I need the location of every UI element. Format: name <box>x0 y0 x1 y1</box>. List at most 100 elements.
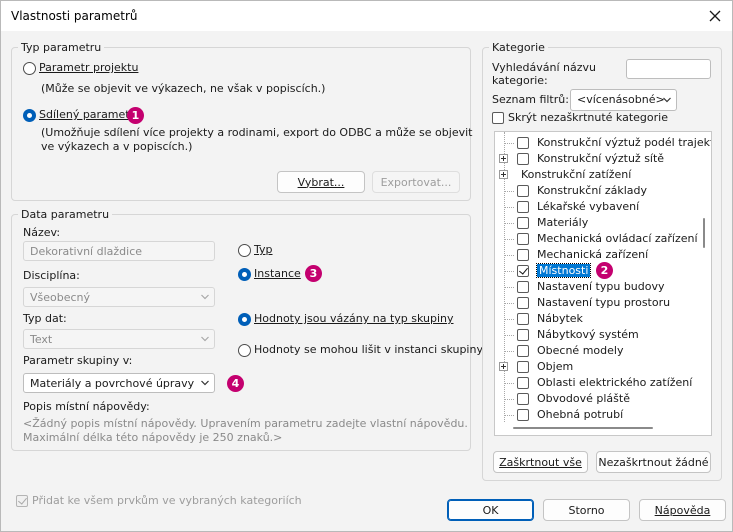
tree-item-checkbox[interactable] <box>517 329 529 341</box>
export-button[interactable]: Exportovat... <box>372 171 460 193</box>
filter-list-select[interactable]: <vícenásobné> <box>570 89 677 111</box>
add-to-all-checkbox[interactable] <box>16 495 28 507</box>
tree-item[interactable]: Konstrukční výztuž podél trajekt... <box>495 135 711 151</box>
close-icon <box>709 10 721 22</box>
values-vary-text: Hodnoty se mohou lišit v instanci skupin… <box>254 343 483 356</box>
tree-item[interactable]: Nastavení typu prostoru <box>495 295 705 311</box>
tree-item-label: Mechanická ovládací zařízení <box>537 232 698 245</box>
tree-item-checkbox[interactable] <box>517 153 529 165</box>
shared-parameter-radio[interactable] <box>23 109 36 122</box>
expand-plus-icon[interactable] <box>499 170 508 179</box>
horizontal-scrollbar[interactable] <box>513 427 653 429</box>
tree-item-checkbox[interactable] <box>517 361 529 373</box>
uncheck-all-label: Nezaškrtnout žádné <box>598 455 709 469</box>
tree-item[interactable]: Konstrukční výztuž sítě <box>495 151 705 167</box>
tree-item[interactable]: Nastavení typu budovy <box>495 279 705 295</box>
callout-badge-1: 1 <box>127 107 144 124</box>
tree-item[interactable]: Oblasti elektrického zatížení <box>495 375 705 391</box>
values-aligned-text: Hodnoty jsou vázány na typ skupiny <box>254 312 454 325</box>
category-search-input[interactable] <box>626 59 711 79</box>
discipline-select[interactable]: Všeobecný <box>23 287 215 307</box>
tree-item-label: Konstrukční základy <box>537 184 648 197</box>
tree-item-checkbox[interactable] <box>517 217 529 229</box>
tooltip-description-line1[interactable]: <Žádný popis místní nápovědy. Upravením … <box>23 417 468 430</box>
tree-item-label: Lékařské vybavení <box>537 200 640 213</box>
vertical-scrollbar[interactable] <box>703 218 705 248</box>
instance-radio[interactable] <box>238 268 251 281</box>
type-radio[interactable] <box>238 244 251 257</box>
instance-radio-text: Instance <box>254 267 301 280</box>
tree-item-checkbox[interactable] <box>517 233 529 245</box>
values-aligned-radio[interactable] <box>238 313 251 326</box>
tree-item-checkbox[interactable] <box>517 313 529 325</box>
expand-plus-icon[interactable] <box>499 154 508 163</box>
uncheck-all-button[interactable]: Nezaškrtnout žádné <box>596 451 711 473</box>
values-vary-radio[interactable] <box>238 344 251 357</box>
tree-item[interactable]: Konstrukční základy <box>495 183 705 199</box>
tree-item-checkbox[interactable] <box>517 265 529 277</box>
tree-item[interactable]: Obvodové pláště <box>495 391 705 407</box>
project-parameter-radio[interactable] <box>23 62 36 75</box>
select-button-label: Vybrat... <box>297 175 345 189</box>
tree-item-label: Materiály <box>537 216 589 229</box>
close-button[interactable] <box>702 3 728 29</box>
expand-plus-icon[interactable] <box>499 362 508 371</box>
type-radio-label: Typ <box>254 243 273 256</box>
tree-item[interactable]: Ohebná potrubí <box>495 407 705 423</box>
select-button[interactable]: Vybrat... <box>277 171 365 193</box>
project-parameter-text: Parametr projektu <box>39 61 139 74</box>
category-tree[interactable]: Konstrukční výztuž podél trajekt... Kons… <box>494 131 712 436</box>
tree-item[interactable]: Objem <box>495 359 705 375</box>
tree-item-selected[interactable]: Místnosti 2 <box>495 262 705 279</box>
tree-item-checkbox[interactable] <box>517 249 529 261</box>
tree-item[interactable]: Lékařské vybavení <box>495 199 705 215</box>
chevron-down-icon <box>663 97 671 103</box>
tree-item-label: Nastavení typu budovy <box>537 280 665 293</box>
tree-item-checkbox[interactable] <box>517 137 529 149</box>
tree-item[interactable]: Nábytkový systém <box>495 327 705 343</box>
parameter-type-legend: Typ parametru <box>21 41 102 54</box>
tree-item[interactable]: Mechanická ovládací zařízení <box>495 231 705 247</box>
tree-item-checkbox[interactable] <box>517 409 529 421</box>
discipline-label: Disciplína: <box>23 269 80 282</box>
filter-list-label: Seznam filtrů: <box>492 93 569 106</box>
tree-branch <box>504 207 514 208</box>
category-search-label-line1: Vyhledávání názvu <box>492 61 597 74</box>
callout-badge-3: 3 <box>305 265 322 282</box>
check-all-button[interactable]: Zaškrtnout vše <box>493 451 588 473</box>
tooltip-description-line2[interactable]: Maximální délka této nápovědy je 250 zna… <box>23 431 282 444</box>
tree-item[interactable]: Materiály <box>495 215 705 231</box>
cancel-button[interactable]: Storno <box>543 499 630 521</box>
category-legend: Kategorie <box>492 41 545 54</box>
group-parameter-select[interactable]: Materiály a povrchové úpravy <box>23 373 215 393</box>
tree-item-label: Konstrukční zatížení <box>521 168 632 181</box>
chevron-down-icon <box>201 380 209 386</box>
tree-item-label: Oblasti elektrického zatížení <box>537 376 693 389</box>
tree-item-checkbox[interactable] <box>517 201 529 213</box>
export-button-label: Exportovat... <box>380 175 452 189</box>
tree-item-label: Mechanická zařízení <box>537 248 649 261</box>
tree-item-checkbox[interactable] <box>517 377 529 389</box>
check-all-label: Zaškrtnout vše <box>499 455 582 469</box>
tree-item-checkbox[interactable] <box>517 185 529 197</box>
ok-button[interactable]: OK <box>447 499 534 521</box>
hide-unchecked-checkbox[interactable] <box>492 112 504 124</box>
tree-item-label: Nastavení typu prostoru <box>537 296 671 309</box>
tree-branch <box>504 383 514 384</box>
tree-item-checkbox[interactable] <box>517 281 529 293</box>
tree-item[interactable]: Obecné modely <box>495 343 705 359</box>
parameter-properties-dialog: Vlastnosti parametrů Typ parametru Param… <box>0 0 733 532</box>
tree-item-checkbox[interactable] <box>517 393 529 405</box>
tree-branch <box>504 399 514 400</box>
help-button[interactable]: Nápověda <box>639 499 726 521</box>
tree-item[interactable]: Mechanická zařízení <box>495 247 705 263</box>
tree-item-checkbox[interactable] <box>517 345 529 357</box>
data-type-select[interactable]: Text <box>23 329 215 349</box>
tree-item[interactable]: Konstrukční zatížení <box>495 167 705 183</box>
tree-branch <box>504 271 514 272</box>
name-field[interactable]: Dekorativní dlaždice <box>23 241 215 261</box>
type-radio-text: Typ <box>254 243 273 256</box>
tree-item[interactable]: Nábytek <box>495 311 705 327</box>
tree-item-checkbox[interactable] <box>517 297 529 309</box>
add-to-all-label: Přidat ke všem prvkům ve vybraných kateg… <box>32 494 302 507</box>
